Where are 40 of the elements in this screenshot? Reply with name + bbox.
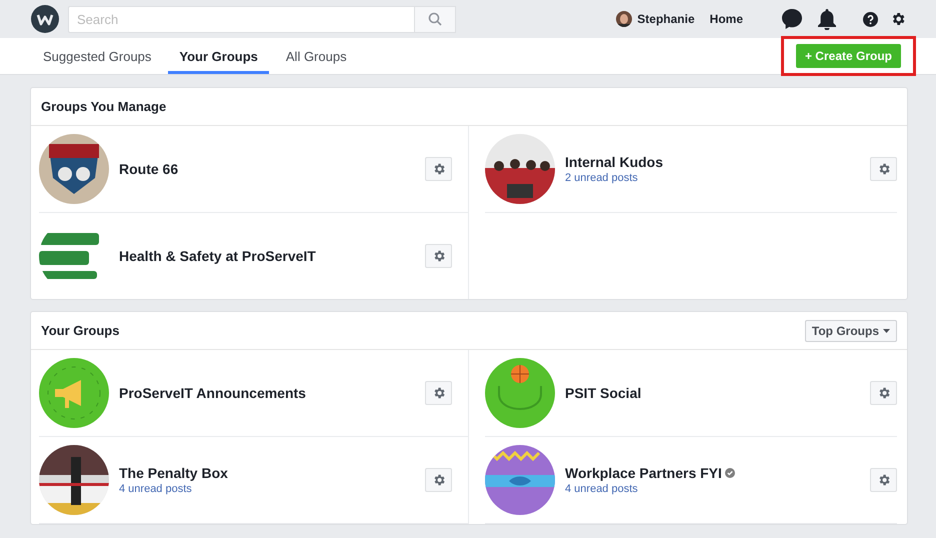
unread-count[interactable]: 2 unread posts <box>565 172 664 184</box>
group-settings-button[interactable] <box>425 381 452 405</box>
group-name[interactable]: Route 66 <box>119 161 178 177</box>
section-title: Groups You Manage <box>41 99 166 114</box>
settings-icon <box>432 386 446 400</box>
settings-icon <box>432 473 446 487</box>
home-link[interactable]: Home <box>710 12 743 26</box>
settings-icon <box>876 473 890 487</box>
group-settings-button[interactable] <box>870 381 897 405</box>
settings-icon <box>432 249 446 263</box>
group-name[interactable]: Workplace Partners FYI <box>565 465 722 481</box>
user-name[interactable]: Stephanie <box>637 12 695 26</box>
group-name[interactable]: The Penalty Box <box>119 465 228 481</box>
group-settings-button[interactable] <box>425 244 452 268</box>
settings-icon <box>876 386 890 400</box>
group-settings-button[interactable] <box>870 468 897 492</box>
section-title: Your Groups <box>41 323 120 338</box>
bell-icon[interactable] <box>817 8 837 30</box>
group-name[interactable]: ProServeIT Announcements <box>119 385 306 401</box>
logo-icon[interactable] <box>30 4 60 34</box>
unread-count[interactable]: 4 unread posts <box>565 483 735 495</box>
group-name[interactable]: PSIT Social <box>565 385 642 401</box>
group-settings-button[interactable] <box>425 157 452 181</box>
sort-dropdown[interactable]: Top Groups <box>804 320 897 342</box>
caret-icon <box>883 328 890 332</box>
settings-icon[interactable] <box>890 11 906 27</box>
tab[interactable]: All Groups <box>274 38 358 74</box>
settings-icon <box>876 162 890 176</box>
group-name[interactable]: Health & Safety at ProServeIT <box>119 248 316 264</box>
group-settings-button[interactable] <box>870 157 897 181</box>
help-icon[interactable] <box>863 12 878 26</box>
chat-bubble-icon[interactable] <box>781 8 803 30</box>
group-settings-button[interactable] <box>425 468 452 492</box>
search-field[interactable]: Search <box>68 6 414 32</box>
tab[interactable]: Suggested Groups <box>32 38 162 74</box>
search-icon[interactable] <box>428 12 442 26</box>
group-name[interactable]: Internal Kudos <box>565 154 664 170</box>
settings-icon <box>432 162 446 176</box>
tab[interactable]: Your Groups <box>168 38 269 74</box>
unread-count[interactable]: 4 unread posts <box>119 483 228 495</box>
